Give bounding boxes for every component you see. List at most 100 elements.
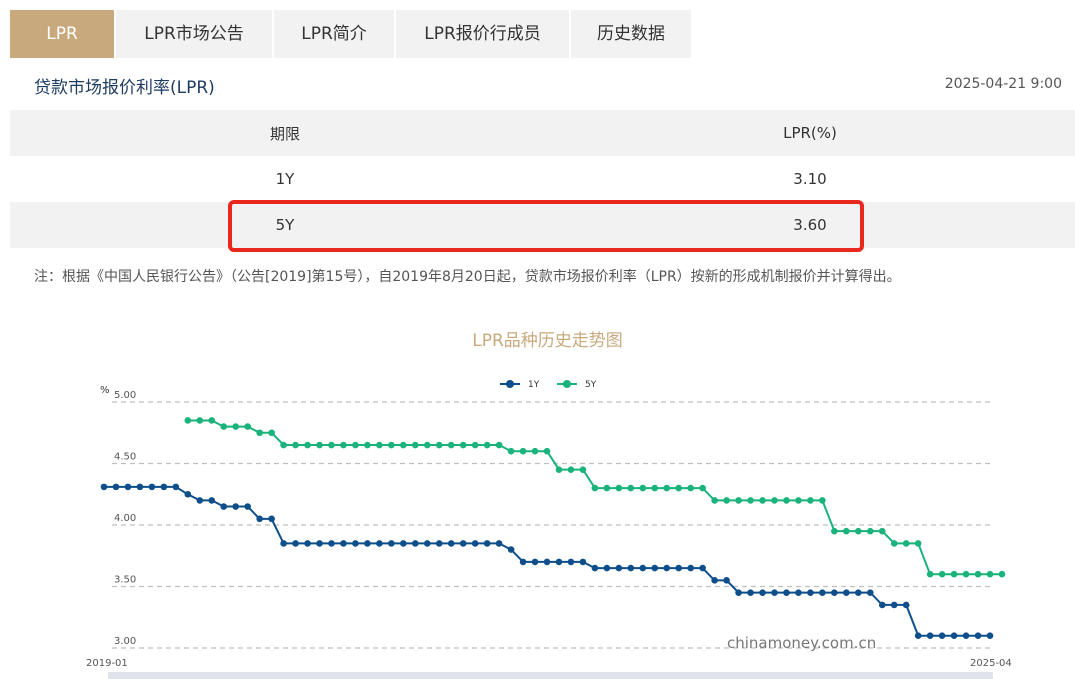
data-point (902, 540, 910, 547)
data-point (196, 497, 204, 504)
data-point (627, 484, 635, 492)
data-point (411, 540, 419, 547)
watermark-text: chinamoney.com.cn (727, 634, 876, 652)
data-point (627, 564, 635, 572)
data-point (483, 540, 491, 547)
legend-marker (563, 380, 571, 388)
term-cell: 5Y (275, 216, 295, 234)
data-point (304, 441, 311, 449)
data-point (184, 490, 192, 498)
data-point (543, 447, 551, 455)
data-point (651, 564, 659, 572)
data-point (435, 441, 443, 449)
data-point (220, 503, 228, 510)
data-point (998, 570, 1006, 578)
legend-label: 1Y (528, 380, 540, 390)
chart-range-slider[interactable] (108, 672, 993, 679)
data-point (292, 540, 299, 547)
data-point (256, 429, 263, 437)
column-header-rate: LPR(%) (783, 124, 837, 142)
data-point (771, 497, 778, 504)
data-point (495, 540, 503, 547)
data-point (340, 540, 347, 547)
data-point (962, 632, 970, 639)
chart-title: LPR品种历史走势图 (472, 331, 623, 351)
data-point (902, 601, 910, 609)
data-point (866, 589, 874, 596)
data-point (555, 558, 563, 566)
data-point (519, 447, 527, 455)
data-point (340, 441, 347, 449)
data-point (435, 540, 443, 547)
data-point (759, 589, 766, 596)
data-point (831, 589, 838, 596)
data-point (962, 570, 970, 578)
tab-lpr-intro[interactable]: LPR简介 (274, 10, 394, 58)
data-point (938, 570, 946, 578)
data-point (950, 632, 958, 639)
data-point (950, 570, 958, 578)
data-point (615, 564, 623, 572)
data-point (531, 447, 539, 455)
x-tick-label: 2025-04 (970, 658, 1012, 669)
column-header-term: 期限 (269, 124, 300, 143)
data-point (938, 632, 946, 639)
tab-lpr-market-announcement[interactable]: LPR市场公告 (116, 10, 272, 58)
data-point (843, 527, 850, 535)
data-point (843, 589, 850, 596)
data-point (495, 441, 503, 449)
tab-lpr[interactable]: LPR (10, 10, 114, 58)
data-point (220, 423, 228, 430)
data-point (675, 564, 683, 572)
data-point (483, 441, 491, 449)
data-point (890, 601, 898, 609)
data-point (256, 515, 263, 523)
data-point (759, 497, 766, 504)
term-cell: 1Y (275, 170, 295, 188)
data-point (555, 466, 563, 473)
data-point (100, 483, 108, 491)
data-point (400, 441, 407, 449)
data-point (364, 540, 371, 547)
data-point (244, 423, 251, 430)
data-point (507, 447, 515, 455)
data-point (723, 497, 730, 504)
table-row: 1Y 3.10 (10, 156, 1075, 202)
data-point (400, 540, 407, 547)
data-point (819, 589, 826, 596)
y-tick-label: 3.50 (114, 575, 136, 586)
data-point (579, 558, 587, 566)
data-point (747, 589, 754, 596)
data-point (615, 484, 623, 492)
data-point (926, 632, 934, 639)
update-timestamp: 2025-04-21 9:00 (944, 76, 1062, 92)
data-point (866, 527, 874, 535)
data-point (232, 503, 240, 510)
data-point (543, 558, 551, 566)
data-point (172, 483, 180, 491)
data-point (423, 441, 431, 449)
data-point (711, 577, 718, 584)
data-point (268, 429, 275, 437)
data-point (878, 527, 886, 535)
data-point (986, 632, 994, 639)
tab-history-data[interactable]: 历史数据 (571, 10, 691, 58)
rate-cell: 3.60 (793, 216, 827, 234)
data-point (519, 558, 527, 566)
tab-lpr-quote-banks[interactable]: LPR报价行成员 (396, 10, 569, 58)
data-point (603, 564, 611, 572)
data-point (687, 484, 694, 492)
y-tick-label: 4.50 (114, 452, 136, 463)
data-point (819, 497, 826, 504)
x-tick-label: 2019-01 (86, 658, 128, 669)
data-point (567, 466, 575, 473)
data-point (603, 484, 611, 492)
data-point (232, 423, 240, 430)
data-point (771, 589, 778, 596)
y-axis-label: % (100, 385, 110, 396)
data-point (735, 589, 742, 596)
y-tick-label: 3.00 (114, 636, 136, 647)
data-point (735, 497, 742, 504)
data-point (854, 527, 862, 535)
data-point (447, 540, 455, 547)
